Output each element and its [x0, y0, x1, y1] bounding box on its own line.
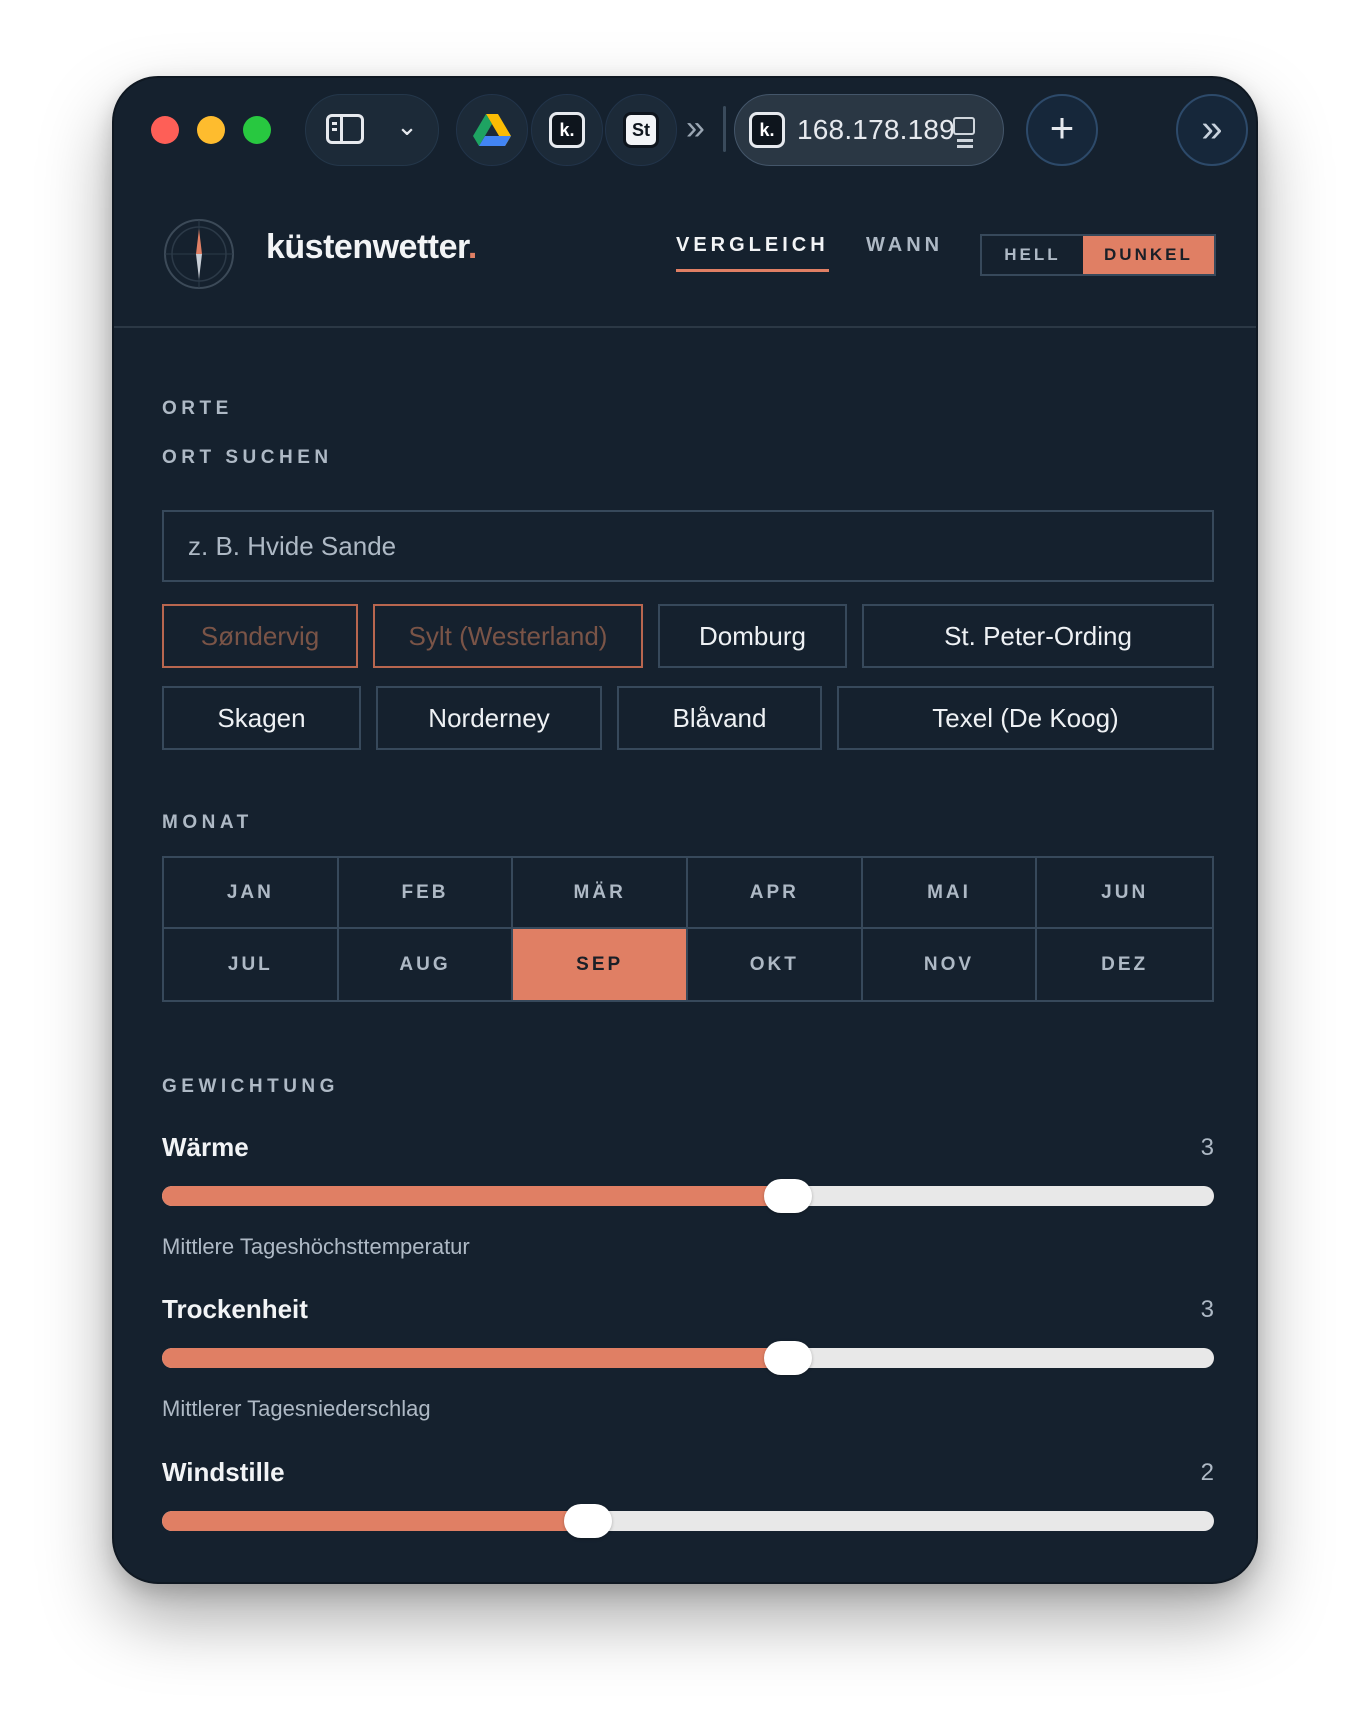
place-chip[interactable]: Texel (De Koog) [837, 686, 1214, 750]
place-chip[interactable]: Blåvand [617, 686, 822, 750]
slider-waerme[interactable] [162, 1179, 1214, 1213]
slider-windstille[interactable] [162, 1504, 1214, 1538]
weight-desc-waerme: Mittlere Tageshöchsttemperatur [162, 1234, 470, 1259]
month-apr[interactable]: APR [688, 858, 863, 929]
weight-label-windstille: Windstille [162, 1457, 285, 1487]
app-header: küstenwetter. VERGLEICH WANN HELL DUNKEL [114, 178, 1256, 328]
search-label: ORT SUCHEN [162, 447, 333, 468]
gewichtung-heading: GEWICHTUNG [162, 1076, 339, 1097]
place-search-input[interactable] [162, 510, 1214, 582]
month-mai[interactable]: MAI [862, 858, 1038, 929]
nav-wann[interactable]: WANN [866, 234, 943, 257]
weight-value-waerme: 3 [1200, 1134, 1214, 1161]
new-tab-button[interactable]: + [1026, 94, 1098, 166]
place-chip[interactable]: Søndervig [162, 604, 358, 668]
close-window-button[interactable] [151, 116, 179, 144]
weight-value-windstille: 2 [1200, 1459, 1214, 1486]
double-chevron-right-icon: » [1201, 108, 1223, 150]
theme-toggle: HELL DUNKEL [980, 234, 1216, 276]
slider-fill [162, 1348, 788, 1368]
weight-label-trockenheit: Trockenheit [162, 1294, 308, 1324]
month-dez[interactable]: DEZ [1037, 929, 1212, 1000]
k-app-icon: k. [749, 112, 785, 148]
st-app-icon: St [623, 112, 659, 148]
slider-trockenheit[interactable] [162, 1341, 1214, 1375]
brand-dot: . [467, 228, 477, 266]
place-chip[interactable]: Norderney [376, 686, 602, 750]
slider-fill [162, 1186, 788, 1206]
month-jun[interactable]: JUN [1037, 858, 1212, 929]
place-chip[interactable]: Skagen [162, 686, 361, 750]
google-drive-icon [473, 114, 511, 146]
slider-handle[interactable] [763, 1179, 812, 1213]
sidebar-toggle-button[interactable]: ⌄ [305, 94, 439, 166]
place-chip[interactable]: Domburg [658, 604, 847, 668]
minimize-window-button[interactable] [197, 116, 225, 144]
nav-vergleich[interactable]: VERGLEICH [676, 234, 829, 272]
theme-dark-button[interactable]: DUNKEL [1082, 236, 1214, 274]
browser-window: ⌄ k. St » k. 168.178.189 + » küstenwette… [112, 76, 1258, 1584]
place-chip[interactable]: St. Peter-Ording [862, 604, 1214, 668]
reader-mode-icon[interactable] [953, 117, 975, 142]
month-aug[interactable]: AUG [339, 929, 514, 1000]
month-nov[interactable]: NOV [863, 929, 1038, 1000]
tab-k-app[interactable]: k. [531, 94, 603, 166]
brand-name: küstenwetter [266, 228, 468, 266]
slider-fill [162, 1511, 589, 1531]
plus-icon: + [1049, 104, 1075, 151]
url-text[interactable]: 168.178.189 [797, 113, 955, 147]
extensions-button[interactable]: » [1176, 94, 1248, 166]
tab-separator [723, 106, 726, 152]
slider-handle[interactable] [763, 1341, 812, 1375]
monat-heading: MONAT [162, 812, 253, 833]
month-okt[interactable]: OKT [688, 929, 863, 1000]
tab-st-app[interactable]: St [605, 94, 677, 166]
sidebar-icon [326, 114, 364, 144]
brand-logo[interactable]: küstenwetter. [266, 228, 477, 267]
address-bar[interactable]: k. 168.178.189 [734, 94, 1004, 166]
place-chip[interactable]: Sylt (Westerland) [373, 604, 643, 668]
more-tabs-icon[interactable]: » [686, 108, 720, 148]
zoom-window-button[interactable] [243, 116, 271, 144]
chevron-down-icon: ⌄ [396, 111, 418, 141]
weight-value-trockenheit: 3 [1200, 1296, 1214, 1323]
browser-toolbar: ⌄ k. St » k. 168.178.189 + » [114, 78, 1256, 178]
month-mar[interactable]: MÄR [513, 858, 688, 929]
weight-label-waerme: Wärme [162, 1132, 249, 1162]
compass-icon [164, 219, 234, 289]
slider-handle[interactable] [564, 1504, 613, 1538]
month-grid: JAN FEB MÄR APR MAI JUN JUL AUG SEP OKT … [162, 856, 1214, 1002]
month-jul[interactable]: JUL [164, 929, 339, 1000]
month-jan[interactable]: JAN [164, 858, 339, 929]
month-sep[interactable]: SEP [513, 929, 688, 1000]
month-feb[interactable]: FEB [338, 858, 514, 929]
k-app-icon: k. [549, 112, 585, 148]
orte-heading: ORTE [162, 398, 233, 419]
theme-light-button[interactable]: HELL [982, 236, 1083, 274]
weight-desc-trockenheit: Mittlerer Tagesniederschlag [162, 1396, 431, 1421]
tab-google-drive[interactable] [456, 94, 528, 166]
